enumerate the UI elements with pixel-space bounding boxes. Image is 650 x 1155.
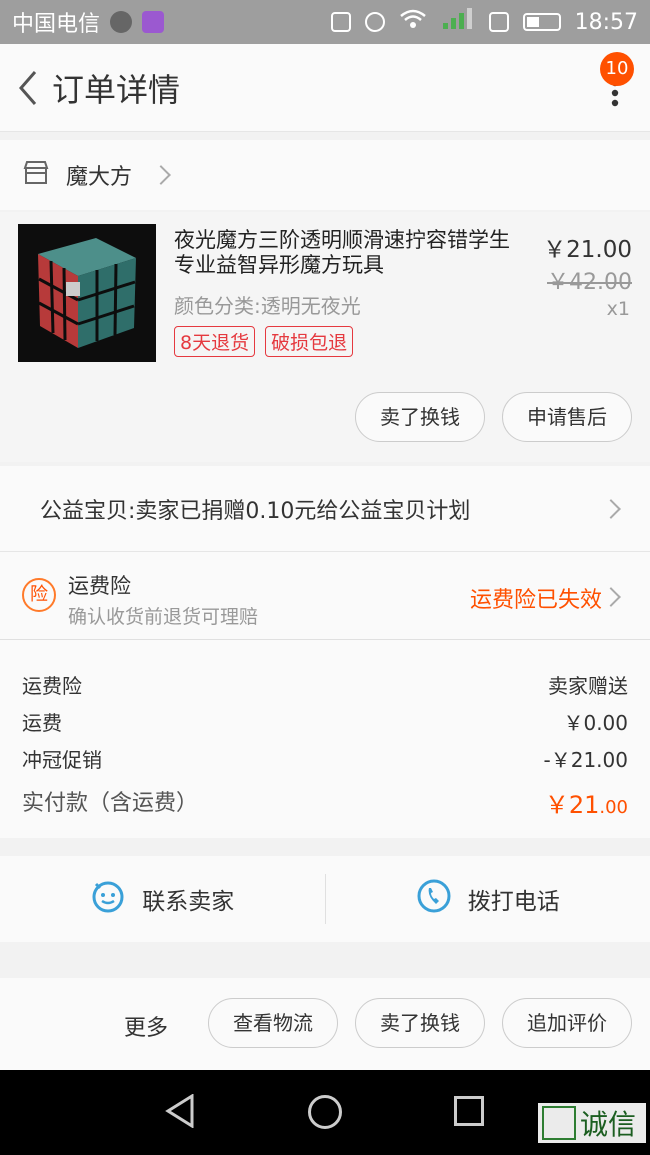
chevron-right-icon	[601, 587, 621, 607]
contact-bar: 联系卖家 拨打电话	[0, 856, 650, 942]
tag-damage: 破损包退	[265, 326, 354, 357]
wifi-icon	[399, 8, 427, 36]
contact-seller-label: 联系卖家	[142, 889, 235, 915]
more-link[interactable]: 更多	[124, 1010, 168, 1042]
app-header: 订单详情 10	[0, 44, 650, 132]
total-label: 实付款（含运费）	[22, 791, 199, 816]
total-integer: 21	[568, 791, 600, 819]
nav-home-icon[interactable]	[308, 1095, 342, 1129]
shop-name: 魔大方	[66, 165, 133, 190]
phone-icon	[416, 878, 452, 920]
product-card[interactable]: 夜光魔方三阶透明顺滑速拧容错学生专业益智异形魔方玩具 颜色分类:透明无夜光 8天…	[0, 212, 650, 462]
fee-row: 运费 ￥0.00	[22, 707, 628, 744]
bottom-action-bar: 更多 查看物流 卖了换钱 追加评价	[0, 978, 650, 1070]
contact-seller-button[interactable]: 联系卖家	[0, 856, 325, 942]
product-variant: 颜色分类:透明无夜光	[174, 294, 361, 318]
view-logistics-button[interactable]: 查看物流	[208, 998, 338, 1048]
sell-for-cash-button-bottom[interactable]: 卖了换钱	[355, 998, 485, 1048]
page-title: 订单详情	[52, 70, 181, 109]
after-sale-button[interactable]: 申请售后	[502, 392, 632, 442]
back-arrow-icon[interactable]	[6, 66, 50, 110]
call-phone-label: 拨打电话	[467, 889, 560, 915]
nav-back-icon[interactable]	[164, 1093, 196, 1132]
charity-row[interactable]: 公益宝贝:卖家已捐赠0.10元给公益宝贝计划	[0, 466, 650, 552]
battery-icon	[522, 13, 561, 31]
fee-row: 冲冠促销 -￥21.00	[22, 744, 628, 781]
tag-return: 8天退货	[174, 326, 256, 357]
watermark-logo: 诚信	[538, 1103, 646, 1143]
insurance-title: 运费险	[68, 574, 131, 598]
total-decimal: .00	[599, 797, 628, 818]
fee-row: 运费险 卖家赠送	[22, 670, 628, 707]
status-bar: 中国电信 18:57	[0, 0, 650, 44]
alarm-icon	[364, 12, 385, 32]
insurance-icon: 险	[22, 578, 56, 612]
shop-icon	[22, 160, 50, 190]
globe-icon	[110, 11, 133, 33]
chevron-right-icon	[601, 499, 621, 519]
total-symbol: ￥	[544, 791, 569, 819]
clock-time: 18:57	[574, 9, 638, 35]
vibrate-icon	[330, 12, 351, 32]
sell-for-cash-button[interactable]: 卖了换钱	[355, 392, 485, 442]
fee-label: 运费	[22, 711, 62, 735]
total-amount: ￥21.00	[545, 785, 628, 820]
fee-label: 运费险	[22, 674, 82, 698]
chevron-right-icon	[151, 165, 171, 185]
add-review-button[interactable]: 追加评价	[502, 998, 632, 1048]
gallery-icon	[142, 11, 165, 33]
fee-value: ￥0.00	[563, 711, 628, 735]
original-price: ￥42.00	[547, 270, 632, 295]
signal-icon	[441, 7, 475, 37]
fee-label: 冲冠促销	[22, 748, 102, 772]
sim-icon	[488, 12, 509, 32]
call-phone-button[interactable]: 拨打电话	[326, 856, 650, 942]
shipping-insurance-row[interactable]: 险 运费险 确认收货前退货可理赔 运费险已失效	[0, 552, 650, 640]
fee-value: -￥21.00	[543, 748, 628, 772]
chat-face-icon	[90, 878, 126, 920]
product-quantity: x1	[606, 298, 630, 320]
shop-row[interactable]: 魔大方	[0, 140, 650, 210]
service-tags: 8天退货 破损包退	[174, 326, 354, 357]
product-thumbnail[interactable]	[18, 224, 156, 362]
watermark-text: 诚信	[580, 1108, 637, 1141]
insurance-status: 运费险已失效	[469, 588, 602, 613]
product-title[interactable]: 夜光魔方三阶透明顺滑速拧容错学生专业益智异形魔方玩具	[174, 228, 530, 278]
watermark-icon	[542, 1106, 576, 1140]
nav-recent-apps-icon[interactable]	[454, 1096, 484, 1126]
product-price: ￥21.00	[543, 237, 632, 263]
notification-badge: 10	[600, 52, 634, 86]
insurance-subtitle: 确认收货前退货可理赔	[68, 606, 259, 628]
total-row: 实付款（含运费） ￥21.00	[22, 785, 628, 820]
charity-text: 公益宝贝:卖家已捐赠0.10元给公益宝贝计划	[40, 498, 471, 524]
carrier-label: 中国电信	[12, 12, 101, 37]
fee-summary: 运费险 卖家赠送 运费 ￥0.00 冲冠促销 -￥21.00 实付款（含运费） …	[0, 640, 650, 838]
fee-value: 卖家赠送	[548, 674, 628, 698]
